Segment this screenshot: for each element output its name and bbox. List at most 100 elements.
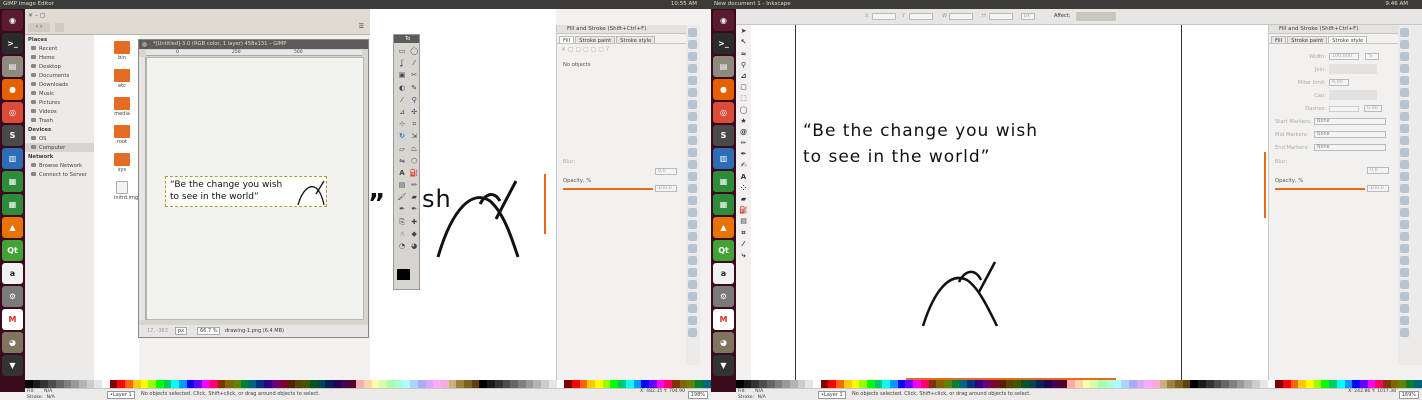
- color-swatch[interactable]: [533, 380, 542, 388]
- files-icon[interactable]: ▤: [713, 56, 734, 77]
- color-swatch[interactable]: [641, 380, 649, 388]
- color-swatch[interactable]: [1359, 380, 1368, 388]
- color-swatch[interactable]: [1406, 380, 1414, 388]
- node-icon[interactable]: ↖: [739, 38, 748, 47]
- color-swatch[interactable]: [1190, 380, 1199, 388]
- color-swatch[interactable]: [279, 380, 287, 388]
- calligraphy-icon[interactable]: ✍: [739, 161, 748, 170]
- color-swatch[interactable]: [1383, 380, 1391, 388]
- color-swatch[interactable]: [402, 380, 411, 388]
- color-swatch[interactable]: [109, 380, 118, 388]
- color-swatch[interactable]: [1167, 380, 1176, 388]
- tool-btn[interactable]: [688, 52, 697, 61]
- box-icon[interactable]: ⬚: [739, 94, 748, 103]
- inkscape-icon[interactable]: ▼: [713, 355, 734, 376]
- color-swatch[interactable]: [951, 380, 960, 388]
- tool-btn[interactable]: [688, 328, 697, 337]
- color-swatch[interactable]: [456, 380, 465, 388]
- folder-root[interactable]: root: [114, 125, 130, 145]
- tool-btn[interactable]: [688, 136, 697, 145]
- color-swatch[interactable]: [32, 380, 41, 388]
- tool-btn[interactable]: [688, 304, 697, 313]
- color-swatch[interactable]: [371, 380, 380, 388]
- tool-btn[interactable]: [1400, 328, 1409, 337]
- color-swatch[interactable]: [317, 380, 326, 388]
- color-swatch[interactable]: [518, 380, 526, 388]
- tool-btn[interactable]: [688, 64, 697, 73]
- color-swatch[interactable]: [751, 380, 760, 388]
- color-swatch[interactable]: [302, 380, 311, 388]
- tool-btn[interactable]: [688, 208, 697, 217]
- tool-btn[interactable]: [688, 40, 697, 49]
- color-swatch[interactable]: [1021, 380, 1029, 388]
- heal-icon[interactable]: ✚: [409, 217, 419, 227]
- zoom-select[interactable]: 66.7 %: [197, 327, 221, 335]
- qt-icon[interactable]: Qt: [713, 240, 734, 261]
- color-swatch[interactable]: [256, 380, 264, 388]
- color-swatch[interactable]: [936, 380, 944, 388]
- image-layer[interactable]: “Be the change you wish to see in the wo…: [165, 176, 327, 207]
- close-icon[interactable]: [142, 42, 147, 47]
- sidebar-item-desktop[interactable]: Desktop: [25, 62, 94, 71]
- cap-buttons[interactable]: [1329, 90, 1377, 100]
- color-swatch[interactable]: [25, 380, 33, 388]
- end-markers-select[interactable]: None: [1314, 144, 1386, 151]
- color-swatch[interactable]: [1082, 380, 1091, 388]
- color-swatch[interactable]: [1121, 380, 1129, 388]
- text-icon[interactable]: A: [397, 168, 407, 178]
- color-swatch[interactable]: [548, 380, 557, 388]
- pen-icon[interactable]: ✒: [739, 150, 748, 159]
- folder-sys[interactable]: sys: [114, 153, 130, 173]
- color-swatch[interactable]: [225, 380, 233, 388]
- color-swatch[interactable]: [766, 380, 775, 388]
- mid-markers-select[interactable]: None: [1314, 131, 1386, 138]
- color-swatch[interactable]: [440, 380, 449, 388]
- color-swatch[interactable]: [990, 380, 998, 388]
- calc-icon-2[interactable]: ▦: [2, 194, 23, 215]
- ubuntu-dash-icon[interactable]: ◉: [2, 10, 23, 31]
- blur-icon[interactable]: ◆: [409, 229, 419, 239]
- color-swatch[interactable]: [866, 380, 875, 388]
- color-swatch[interactable]: [789, 380, 798, 388]
- sidebar-item-downloads[interactable]: Downloads: [25, 80, 94, 89]
- color-swatch[interactable]: [1321, 380, 1330, 388]
- zoom-field[interactable]: 169%: [1398, 391, 1419, 399]
- sublime-icon[interactable]: S: [2, 125, 23, 146]
- tool-btn[interactable]: [688, 100, 697, 109]
- tool-btn[interactable]: [1400, 76, 1409, 85]
- color-swatch[interactable]: [1259, 380, 1268, 388]
- color-swatch[interactable]: [479, 380, 488, 388]
- gradient-icon[interactable]: ▤: [739, 217, 748, 226]
- color-swatch[interactable]: [148, 380, 156, 388]
- color-swatch[interactable]: [1013, 380, 1022, 388]
- sidebar-item-videos[interactable]: Videos: [25, 107, 94, 116]
- wand-icon[interactable]: ⁄: [409, 58, 419, 68]
- tab-stroke-paint[interactable]: Stroke paint: [575, 36, 616, 44]
- view-menu-icon[interactable]: ☰: [359, 23, 364, 30]
- color-swatch[interactable]: [828, 380, 837, 388]
- spray-icon[interactable]: ⁘: [739, 184, 748, 193]
- star-icon[interactable]: ★: [739, 117, 748, 126]
- foreground-select-icon[interactable]: ◐: [397, 83, 407, 93]
- color-swatch[interactable]: [1313, 380, 1322, 388]
- terminal-icon[interactable]: >_: [713, 33, 734, 54]
- terminal-icon[interactable]: >_: [2, 33, 23, 54]
- color-swatch[interactable]: [325, 380, 334, 388]
- color-swatch[interactable]: [1005, 380, 1014, 388]
- miter-field[interactable]: 4.00: [1329, 79, 1349, 86]
- vlc-icon[interactable]: ▲: [713, 217, 734, 238]
- clock[interactable]: 10:55 AM: [671, 0, 697, 9]
- color-swatch[interactable]: [1044, 380, 1052, 388]
- tool-btn[interactable]: [688, 244, 697, 253]
- horizontal-ruler[interactable]: 0 250 500: [146, 50, 362, 56]
- color-swatch[interactable]: [63, 380, 72, 388]
- width-field[interactable]: 100.000: [1329, 53, 1359, 60]
- cage-icon[interactable]: ⬡: [409, 156, 419, 166]
- color-select-icon[interactable]: ▣: [397, 70, 407, 80]
- color-swatch[interactable]: [1367, 380, 1376, 388]
- color-swatch[interactable]: [163, 380, 172, 388]
- color-swatch[interactable]: [618, 380, 626, 388]
- tool-btn[interactable]: [688, 256, 697, 265]
- flip-icon[interactable]: ⇋: [397, 156, 407, 166]
- drawing-curve[interactable]: [919, 258, 1003, 330]
